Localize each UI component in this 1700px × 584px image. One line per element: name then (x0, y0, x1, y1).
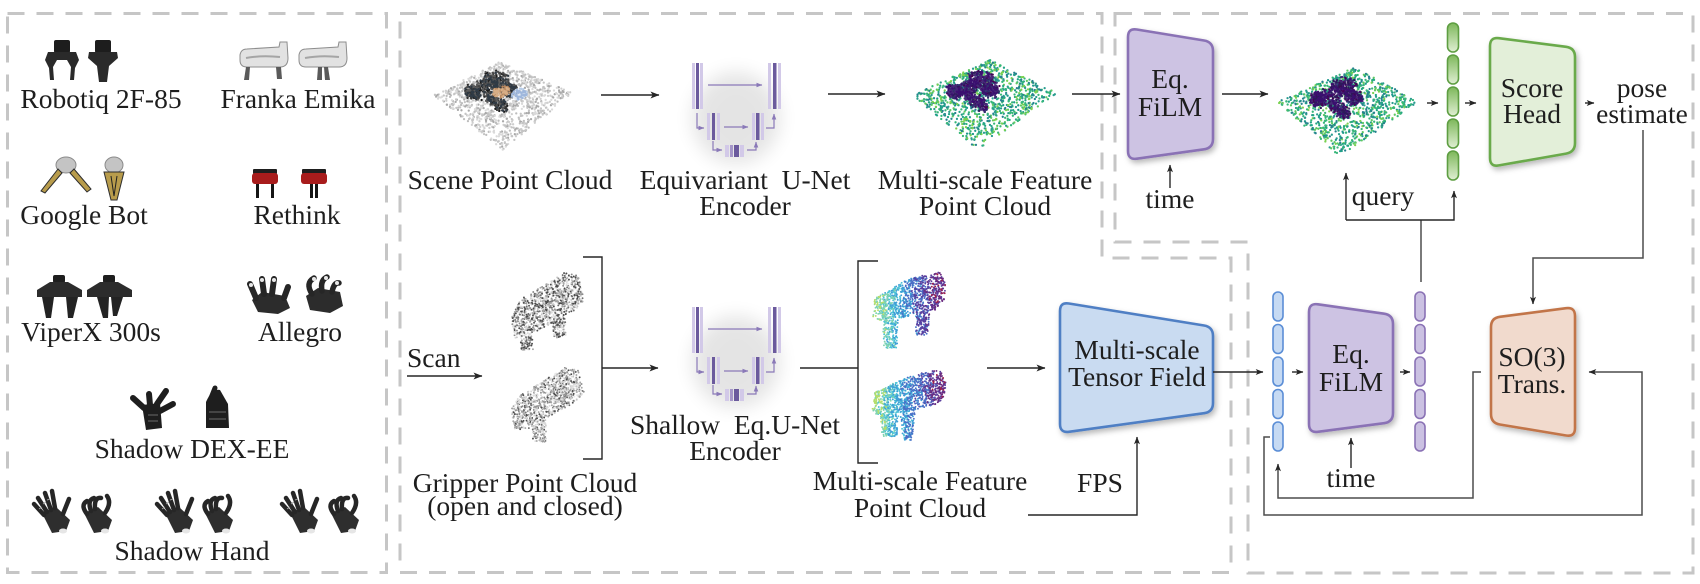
shadow-hand-open-render (34, 491, 70, 534)
gripper-label-viperx: ViperX 300s (21, 316, 161, 347)
gripper-point-cloud-closed-image (510, 367, 585, 443)
gripper-feature-label-line2: Point Cloud (854, 492, 986, 523)
conditioned-feature-point-cloud-image (1278, 67, 1416, 155)
feature-token (1446, 86, 1460, 117)
feature-token (1414, 421, 1426, 452)
gripper-library: Robotiq 2F-85 Franka Emika Google Bot Re… (20, 40, 376, 566)
feature-token (1414, 323, 1426, 355)
shadow-hand-closed-render (84, 496, 113, 534)
gripper-label-shadow-hand: Shadow Hand (114, 535, 269, 566)
scene-point-cloud-label: Scene Point Cloud (408, 164, 613, 195)
allegro-open-render (247, 276, 291, 314)
gripper-label-allegro: Allegro (258, 316, 342, 347)
gripper-label-google-bot: Google Bot (20, 199, 148, 230)
shadow-hand-open-render (282, 491, 318, 534)
dex-ee-closed-render (206, 385, 229, 428)
gripper-feature-bracket (857, 260, 878, 464)
feature-token (1446, 22, 1460, 53)
franka-closed-render (298, 41, 348, 80)
time-label-bottom: time (1327, 462, 1376, 493)
tensor-field-label-line2: Tensor Field (1068, 361, 1206, 392)
scan-label: Scan (407, 342, 461, 373)
eq-film-bottom-label-line1: Eq. (1332, 338, 1369, 369)
gripper-point-cloud-label-line2: (open and closed) (427, 490, 622, 521)
feature-token (1272, 356, 1284, 387)
feature-token (1272, 323, 1284, 355)
gripper-label-rethink: Rethink (253, 199, 340, 230)
feature-token (1446, 150, 1460, 181)
feature-token (1446, 54, 1460, 85)
gripper-label-franka: Franka Emika (220, 83, 375, 114)
fps-label: FPS (1077, 467, 1123, 498)
viperx-open-render (37, 275, 82, 318)
dex-ee-open-render (130, 388, 176, 430)
gripper-feature-point-cloud-open-image (872, 271, 947, 349)
google-bot-open-render (40, 156, 92, 194)
time-label-top: time (1146, 183, 1195, 214)
feature-token (1414, 291, 1426, 322)
so3-label-line2: Trans. (1498, 368, 1567, 399)
shadow-hand-open-render (157, 491, 193, 534)
query-label: query (1352, 180, 1415, 211)
rethink-closed-render (301, 169, 327, 198)
shallow-eq-unet-icon (692, 307, 781, 408)
score-head-label-line2: Head (1503, 98, 1561, 129)
shadow-hand-closed-render (205, 496, 234, 534)
scene-feature-label-line2: Point Cloud (919, 190, 1051, 221)
shadow-hand-closed-render (331, 496, 360, 534)
encoder-label-line2: Encoder (699, 190, 791, 221)
rethink-open-render (252, 169, 278, 198)
feature-token (1272, 388, 1284, 420)
allegro-closed-render (306, 274, 343, 313)
franka-open-render (239, 41, 289, 80)
gripper-feature-point-cloud-closed-image (871, 369, 947, 441)
pose-estimate-label-line2: estimate (1596, 98, 1688, 129)
eq-film-top-label-line2: FiLM (1138, 91, 1202, 122)
architecture-diagram: Robotiq 2F-85 Franka Emika Google Bot Re… (6, 12, 1695, 575)
query-feature-tokens (1446, 22, 1460, 181)
gripper-label-dex-ee: Shadow DEX-EE (95, 433, 290, 464)
feature-token (1272, 421, 1284, 452)
robotiq-closed-render (88, 40, 118, 82)
gripper-cloud-bracket (583, 256, 603, 460)
scene-point-cloud-image (433, 61, 572, 151)
google-bot-closed-render (103, 156, 125, 201)
point-cloud-dots (511, 367, 584, 442)
film-output-tokens (1414, 291, 1426, 452)
eq-film-bottom-label-line2: FiLM (1319, 366, 1383, 397)
scene-feature-point-cloud-image (916, 59, 1056, 147)
viperx-closed-render (87, 275, 132, 318)
gripper-label-robotiq: Robotiq 2F-85 (20, 83, 181, 114)
feature-token (1446, 118, 1460, 149)
feature-token (1414, 356, 1426, 387)
feature-token (1272, 291, 1284, 322)
gripper-feature-tokens (1272, 291, 1284, 452)
equivariant-unet-icon (692, 63, 781, 164)
eq-film-top-label-line1: Eq. (1151, 63, 1188, 94)
shallow-encoder-label-line2: Encoder (689, 435, 781, 466)
robotiq-open-render (45, 40, 79, 80)
gripper-point-cloud-open-image (511, 272, 584, 351)
feature-token (1414, 388, 1426, 420)
